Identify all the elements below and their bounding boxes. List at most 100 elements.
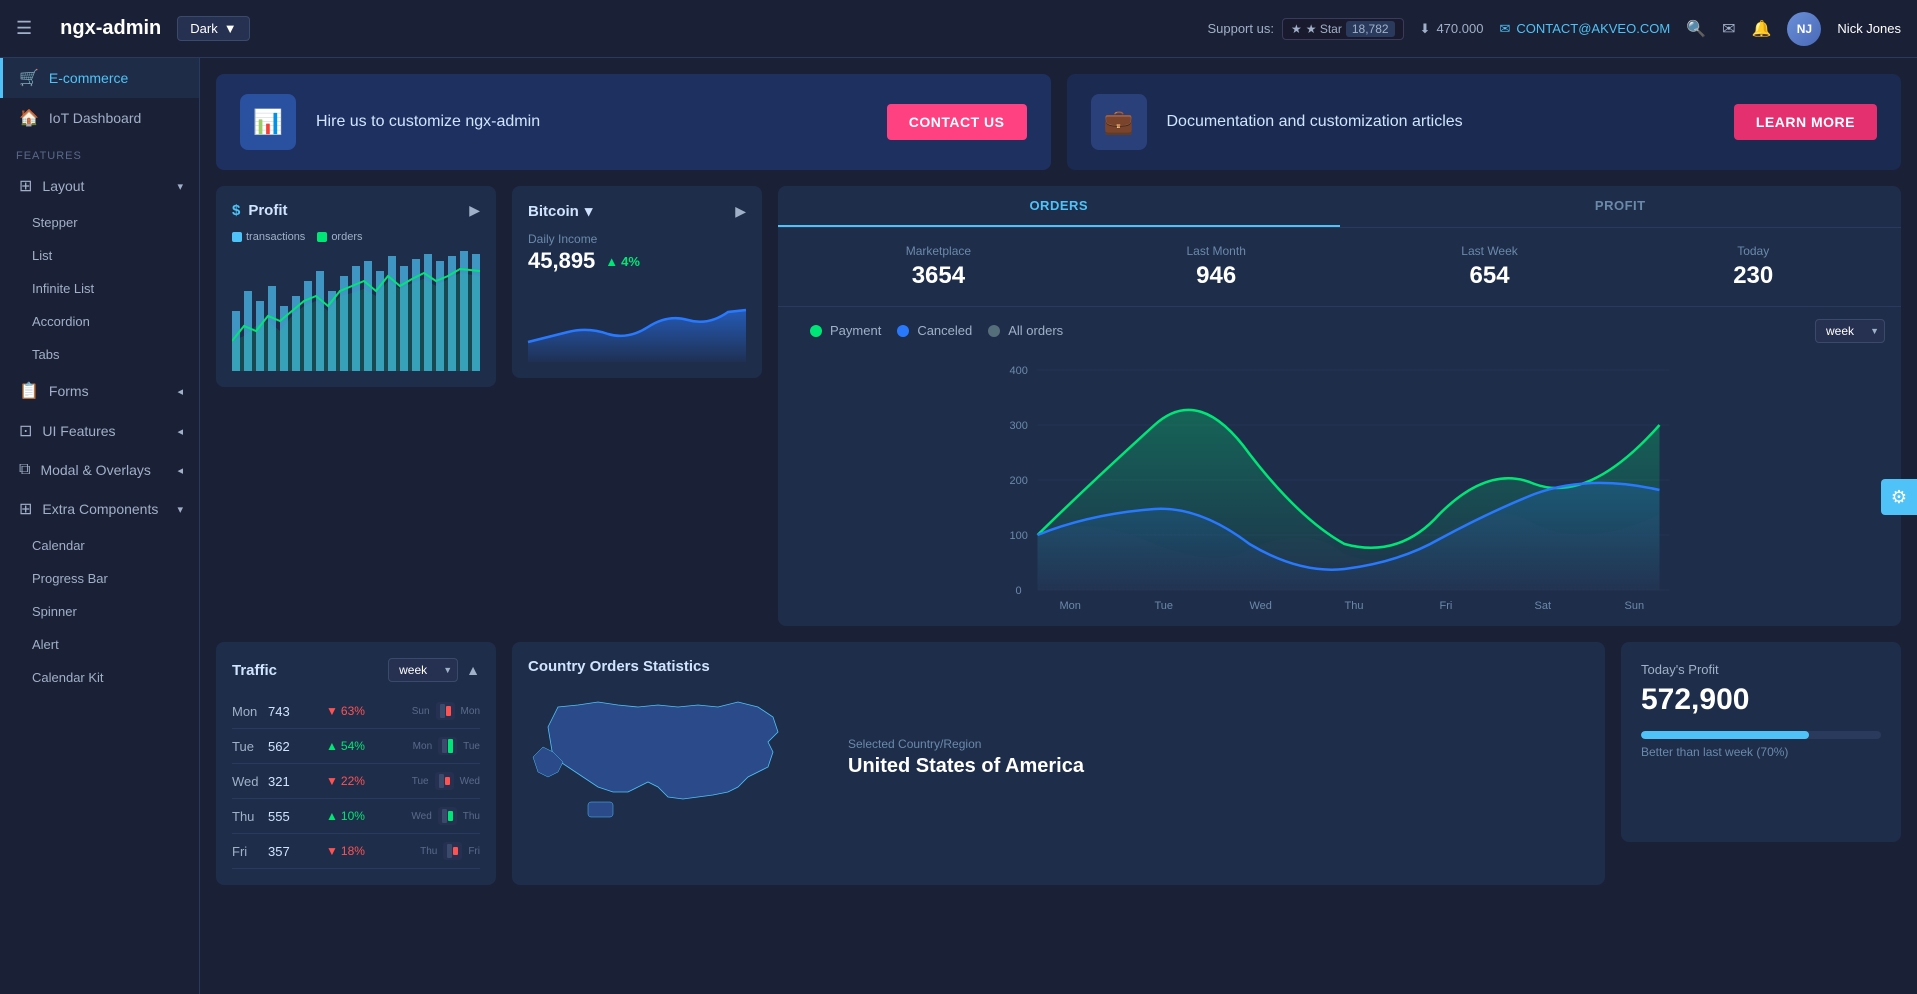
hamburger-icon[interactable]: ☰: [16, 18, 32, 39]
sidebar-item-tabs[interactable]: Tabs: [0, 338, 199, 371]
svg-text:400: 400: [1010, 365, 1028, 377]
stat-last-week: Last Week 654: [1461, 244, 1517, 290]
sidebar-item-accordion[interactable]: Accordion: [0, 305, 199, 338]
sidebar-ui-features-label: UI Features: [42, 423, 115, 439]
theme-chevron-icon: ▼: [224, 21, 237, 36]
sidebar-item-stepper[interactable]: Stepper: [0, 206, 199, 239]
fri-value: 357: [268, 844, 318, 859]
ui-features-icon: ⊡: [19, 421, 32, 441]
bitcoin-card-nav-icon[interactable]: ▶: [735, 203, 746, 220]
tab-orders[interactable]: ORDERS: [778, 186, 1340, 227]
email-section[interactable]: ✉ CONTACT@AKVEO.COM: [1499, 21, 1670, 37]
thu-arrow-icon: ▲: [326, 809, 338, 823]
sidebar-item-alert[interactable]: Alert: [0, 628, 199, 661]
canceled-label: Canceled: [917, 323, 972, 338]
svg-text:Thu: Thu: [1345, 600, 1364, 612]
stepper-label: Stepper: [32, 215, 78, 230]
sidebar-item-progress-bar[interactable]: Progress Bar: [0, 562, 199, 595]
search-icon[interactable]: 🔍: [1686, 19, 1706, 39]
sidebar-item-list[interactable]: List: [0, 239, 199, 272]
stat-today: Today 230: [1733, 244, 1773, 290]
sidebar-item-extra[interactable]: ⊞ Extra Components ▾: [0, 489, 199, 529]
sidebar-iot-label: IoT Dashboard: [49, 110, 141, 126]
payment-label: Payment: [830, 323, 881, 338]
mon-pct: ▼ 63%: [326, 704, 365, 718]
sidebar-item-ecommerce[interactable]: 🛒 E-commerce: [0, 58, 199, 98]
theme-selector[interactable]: Dark ▼: [177, 16, 249, 41]
traffic-collapse-icon[interactable]: ▲: [466, 662, 480, 678]
sidebar-item-spinner[interactable]: Spinner: [0, 595, 199, 628]
traffic-week-dropdown-wrap[interactable]: week month: [388, 658, 458, 682]
sidebar-item-layout[interactable]: ⊞ Layout ▾: [0, 166, 199, 206]
traffic-week-dropdown[interactable]: week month: [388, 658, 458, 682]
sidebar-item-modal[interactable]: ⧉ Modal & Overlays ◂: [0, 451, 199, 489]
app-body: 🛒 E-commerce 🏠 IoT Dashboard FEATURES ⊞ …: [0, 58, 1917, 994]
svg-text:200: 200: [1010, 475, 1028, 487]
star-label: ★ Star: [1306, 22, 1342, 36]
modal-chevron-icon: ◂: [177, 464, 183, 477]
banner-right-icon: 💼: [1091, 94, 1147, 150]
download-section: ⬇ 470.000: [1420, 21, 1484, 37]
modal-icon: ⧉: [19, 461, 30, 479]
sidebar-item-infinite-list[interactable]: Infinite List: [0, 272, 199, 305]
email-envelope-icon: ✉: [1499, 21, 1510, 37]
traffic-row-thu: Thu 555 ▲ 10% Wed Thu: [232, 799, 480, 834]
sidebar-item-iot[interactable]: 🏠 IoT Dashboard: [0, 98, 199, 138]
sidebar-ecommerce-label: E-commerce: [49, 70, 128, 86]
tue-pct: ▲ 54%: [326, 739, 365, 753]
banner-left-icon: 📊: [240, 94, 296, 150]
orders-tabs: ORDERS PROFIT: [778, 186, 1901, 228]
spinner-label: Spinner: [32, 604, 77, 619]
bitcoin-card: Bitcoin ▾ ▶ Daily Income 45,895 ▲ 4%: [512, 186, 762, 378]
email-address: CONTACT@AKVEO.COM: [1516, 21, 1670, 36]
tab-profit[interactable]: PROFIT: [1340, 186, 1902, 227]
country-info: Selected Country/Region United States of…: [848, 737, 1084, 778]
bitcoin-selector[interactable]: Bitcoin ▾: [528, 202, 592, 220]
daily-income-number: 45,895: [528, 248, 595, 274]
wed-pct: ▼ 22%: [326, 774, 365, 788]
traffic-row-tue: Tue 562 ▲ 54% Mon Tue: [232, 729, 480, 764]
settings-button[interactable]: ⚙: [1881, 479, 1917, 515]
svg-text:Fri: Fri: [1440, 600, 1453, 612]
traffic-title: Traffic: [232, 662, 277, 679]
wed-mini-chart: Tue Wed: [365, 772, 480, 790]
country-card: Country Orders Statistics: [512, 642, 1605, 885]
wed-arrow-icon: ▼: [326, 774, 338, 788]
star-icon: ★: [1291, 22, 1302, 36]
sidebar-modal-label: Modal & Overlays: [40, 462, 150, 478]
settings-gear-icon: ⚙: [1891, 487, 1907, 508]
week-dropdown-wrap[interactable]: week month: [1815, 319, 1885, 343]
marketplace-value: 3654: [906, 262, 971, 290]
layout-icon: ⊞: [19, 176, 32, 196]
bell-icon[interactable]: 🔔: [1752, 19, 1772, 39]
svg-text:Mon: Mon: [1060, 600, 1081, 612]
tabs-label: Tabs: [32, 347, 59, 362]
banner-row: 📊 Hire us to customize ngx-admin CONTACT…: [216, 74, 1901, 170]
alert-label: Alert: [32, 637, 59, 652]
banner-right: 💼 Documentation and customization articl…: [1067, 74, 1902, 170]
week-dropdown[interactable]: week month: [1815, 319, 1885, 343]
canceled-dot: [897, 325, 909, 337]
traffic-card: Traffic week month ▲ Mon 743: [216, 642, 496, 885]
mail-icon[interactable]: ✉: [1722, 19, 1735, 39]
list-label: List: [32, 248, 52, 263]
last-week-label: Last Week: [1461, 244, 1517, 258]
sidebar-extra-label: Extra Components: [42, 501, 158, 517]
sidebar-item-calendar[interactable]: Calendar: [0, 529, 199, 562]
daily-income-value: 45,895 ▲ 4%: [528, 248, 746, 274]
calendar-kit-label: Calendar Kit: [32, 670, 104, 685]
star-badge[interactable]: ★ ★ Star 18,782: [1282, 18, 1404, 40]
sidebar-item-ui-features[interactable]: ⊡ UI Features ◂: [0, 411, 199, 451]
orders-card: ORDERS PROFIT Marketplace 3654 Last Mont…: [778, 186, 1901, 626]
sidebar-layout-label: Layout: [42, 178, 84, 194]
lower-section: Traffic week month ▲ Mon 743: [216, 642, 1901, 885]
avatar[interactable]: NJ: [1787, 12, 1821, 46]
home-icon: 🏠: [19, 108, 39, 128]
sidebar-item-forms[interactable]: 📋 Forms ◂: [0, 371, 199, 411]
learn-more-button[interactable]: LEARN MORE: [1734, 104, 1877, 140]
contact-us-button[interactable]: CONTACT US: [887, 104, 1027, 140]
tue-value: 562: [268, 739, 318, 754]
svg-text:100: 100: [1010, 530, 1028, 542]
sidebar-item-calendar-kit[interactable]: Calendar Kit: [0, 661, 199, 694]
profit-card-arrow-icon[interactable]: ▶: [469, 202, 480, 219]
